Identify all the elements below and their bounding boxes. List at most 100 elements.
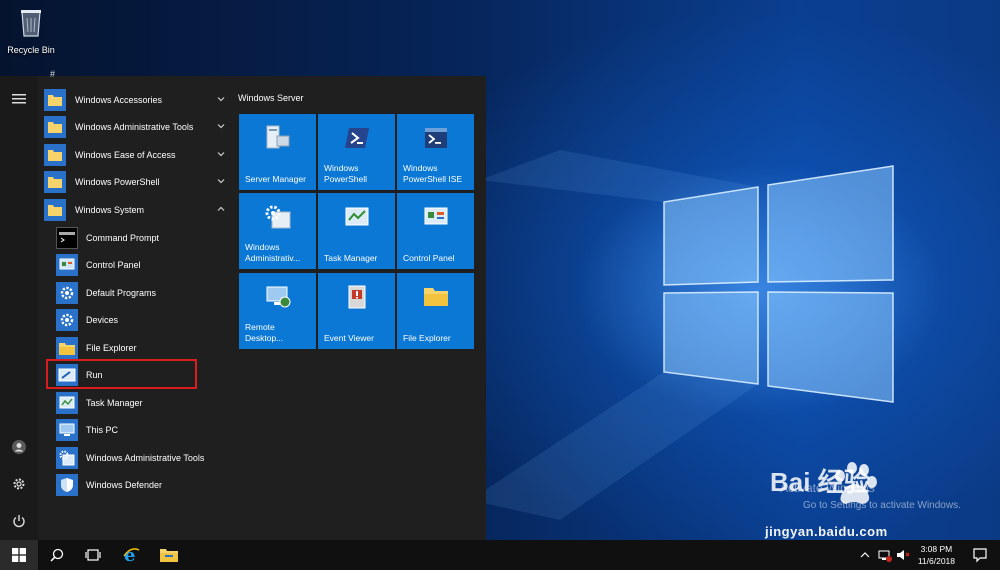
tile-event-viewer[interactable]: Event Viewer — [318, 273, 395, 349]
tile-label-line2: Desktop... — [245, 333, 284, 343]
tile-label: Windows — [324, 163, 359, 173]
search-button[interactable] — [38, 540, 76, 570]
app-command-prompt[interactable]: Command Prompt — [44, 225, 234, 251]
app-label: Devices — [86, 315, 119, 325]
folder-label: Windows Accessories — [75, 95, 163, 105]
gear-icon — [56, 309, 78, 331]
chevron-down-icon — [217, 97, 225, 102]
tile-label-line2: PowerShell ISE — [403, 174, 463, 184]
tile-windows-powershell[interactable]: Windows PowerShell — [318, 114, 395, 190]
clock-date: 11/6/2018 — [917, 556, 955, 566]
tile-windows-powershell-ise[interactable]: Windows PowerShell ISE — [397, 114, 474, 190]
internet-explorer-button[interactable]: e — [112, 540, 150, 570]
control-panel-icon — [56, 254, 78, 276]
chevron-up-icon[interactable] — [858, 548, 872, 562]
folder-icon — [44, 144, 66, 166]
folder-icon — [56, 337, 78, 359]
folder-windows-administrative-tools[interactable]: Windows Administrative Tools — [44, 114, 234, 140]
folder-icon — [44, 199, 66, 221]
folder-icon — [423, 288, 448, 306]
tile-label: Task Manager — [324, 253, 378, 263]
admin-tools-icon — [265, 205, 290, 229]
app-windows-administrative-tools[interactable]: Windows Administrative Tools — [44, 445, 234, 471]
app-label: Command Prompt — [86, 233, 160, 243]
chevron-down-icon — [217, 152, 225, 157]
app-windows-defender[interactable]: Windows Defender — [44, 472, 234, 498]
chevron-down-icon — [217, 124, 225, 129]
task-manager-icon — [56, 392, 78, 414]
tile-control-panel[interactable]: Control Panel — [397, 193, 474, 269]
hamburger-menu-icon[interactable] — [10, 90, 28, 108]
volume-muted-icon[interactable] — [896, 548, 910, 562]
start-button[interactable] — [0, 540, 38, 570]
control-panel-icon — [424, 207, 447, 225]
app-label: Windows Defender — [86, 480, 163, 490]
tile-label: Server Manager — [245, 174, 306, 184]
folder-windows-accessories[interactable]: Windows Accessories — [44, 87, 234, 113]
tile-label: Control Panel — [403, 253, 455, 263]
app-label: File Explorer — [86, 343, 137, 353]
folder-windows-system[interactable]: Windows System — [44, 197, 234, 223]
baidu-watermark-url: jingyan.baidu.com — [765, 524, 888, 539]
gear-icon — [56, 282, 78, 304]
folder-icon — [44, 171, 66, 193]
folder-windows-powershell[interactable]: Windows PowerShell — [44, 169, 234, 195]
network-icon[interactable] — [878, 548, 892, 562]
app-task-manager[interactable]: Task Manager — [44, 390, 234, 416]
recycle-bin[interactable]: Recycle Bin — [6, 6, 56, 55]
app-label: Control Panel — [86, 260, 141, 270]
settings-gear-icon[interactable] — [10, 475, 28, 493]
app-file-explorer[interactable]: File Explorer — [44, 335, 234, 361]
app-this-pc[interactable]: This PC — [44, 417, 234, 443]
remote-desktop-icon — [266, 286, 290, 308]
shield-icon — [56, 474, 78, 496]
file-explorer-taskbar-button[interactable] — [150, 540, 188, 570]
tile-task-manager[interactable]: Task Manager — [318, 193, 395, 269]
command-prompt-icon — [56, 227, 78, 249]
clock[interactable]: 3:08 PM 11/6/2018 — [918, 543, 955, 567]
folder-label: Windows PowerShell — [75, 177, 160, 187]
app-control-panel[interactable]: Control Panel — [44, 252, 234, 278]
folder-icon — [44, 89, 66, 111]
tile-file-explorer[interactable]: File Explorer — [397, 273, 474, 349]
scroll-letter: # — [50, 69, 56, 79]
powershell-ise-icon — [424, 128, 447, 148]
tile-label: Windows — [403, 163, 438, 173]
app-devices[interactable]: Devices — [44, 307, 234, 333]
admin-tools-icon — [56, 447, 78, 469]
folder-icon — [44, 116, 66, 138]
tile-remote-desktop[interactable]: Remote Desktop... — [239, 273, 316, 349]
action-center-icon[interactable] — [972, 547, 988, 563]
tile-group-title: Windows Server — [238, 93, 304, 103]
user-account-icon[interactable] — [10, 438, 28, 456]
chevron-up-icon — [217, 206, 225, 211]
start-menu-rail — [0, 76, 38, 540]
recycle-bin-label: Recycle Bin — [7, 45, 55, 55]
clock-time: 3:08 PM — [920, 544, 953, 554]
powershell-icon — [344, 128, 369, 148]
folder-label: Windows System — [75, 205, 145, 215]
folder-label: Windows Ease of Access — [75, 150, 176, 160]
tile-label: File Explorer — [403, 333, 451, 343]
internet-explorer-icon: e — [123, 546, 140, 564]
taskbar: e 3:08 PM 11/6/2018 — [0, 540, 1000, 570]
server-manager-icon — [266, 125, 289, 149]
recycle-bin-icon — [21, 10, 41, 37]
tile-windows-administrative-tools[interactable]: Windows Administrativ... — [239, 193, 316, 269]
power-icon[interactable] — [10, 512, 28, 530]
search-icon — [50, 548, 64, 562]
tile-label: Event Viewer — [324, 333, 374, 343]
app-label: Task Manager — [86, 398, 143, 408]
tile-label-line2: PowerShell — [324, 174, 367, 184]
task-manager-icon — [345, 207, 368, 226]
app-default-programs[interactable]: Default Programs — [44, 280, 234, 306]
tile-server-manager[interactable]: Server Manager — [239, 114, 316, 190]
folder-windows-ease-of-access[interactable]: Windows Ease of Access — [44, 142, 234, 168]
task-view-button[interactable] — [74, 540, 112, 570]
event-viewer-icon — [348, 285, 365, 309]
folder-label: Windows Administrative Tools — [75, 122, 194, 132]
start-menu: # Windows Accessories Windows Administra… — [0, 69, 486, 540]
tile-label: Remote — [245, 322, 275, 332]
windows-start-icon — [12, 548, 26, 562]
tile-label-line2: Administrativ... — [245, 253, 301, 263]
